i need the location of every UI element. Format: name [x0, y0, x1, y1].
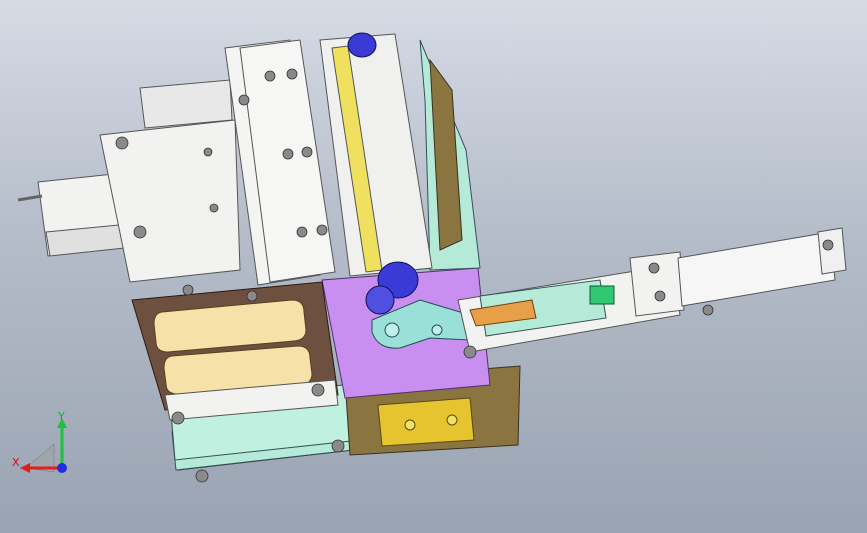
blue-roller-top[interactable] [347, 32, 377, 58]
mid-left-top-block[interactable] [139, 79, 233, 129]
assembly-model[interactable] [0, 0, 867, 533]
green-spring[interactable] [589, 285, 615, 305]
x-axis-label: X [12, 456, 20, 469]
right-cylinder-block[interactable] [629, 251, 685, 317]
z-axis-icon [57, 463, 67, 473]
left-piston-rod[interactable] [17, 194, 43, 202]
y-axis-label: Y [57, 410, 65, 423]
right-cylinder-body[interactable] [677, 231, 836, 307]
right-cylinder-cap[interactable] [817, 227, 847, 275]
orientation-triad: Y X [12, 410, 67, 473]
cad-3d-viewport[interactable]: Y X [0, 0, 867, 533]
yellow-block[interactable] [377, 397, 475, 447]
